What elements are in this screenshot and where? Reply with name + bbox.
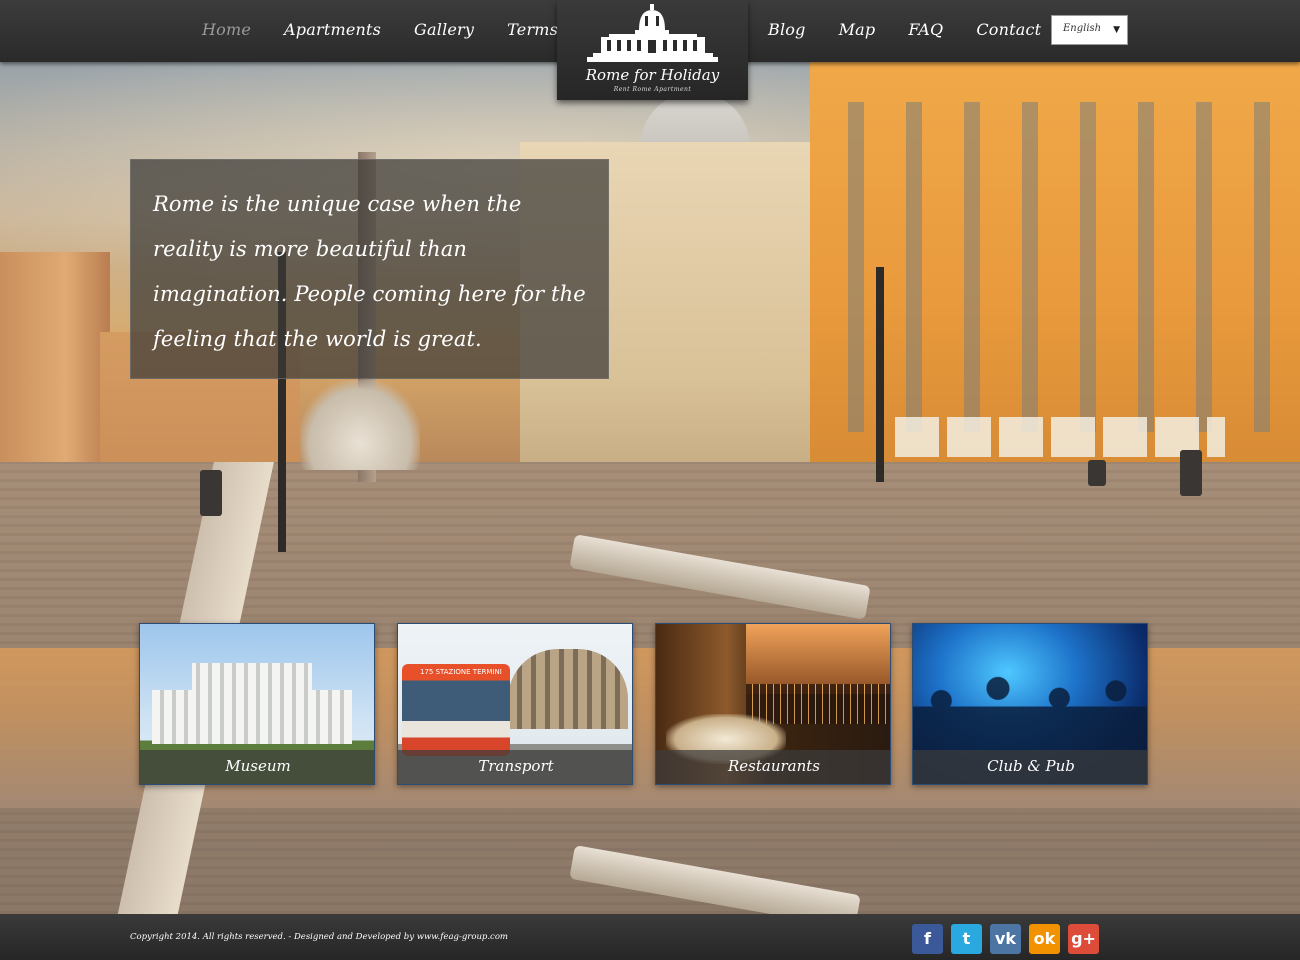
- logo-title: Rome for Holiday: [585, 66, 720, 84]
- google-plus-icon[interactable]: g+: [1068, 924, 1099, 954]
- fountain: [300, 380, 420, 470]
- nav-contact[interactable]: Contact: [976, 20, 1041, 39]
- tile-restaurants[interactable]: Restaurants: [655, 623, 891, 785]
- nav-faq[interactable]: FAQ: [908, 20, 943, 39]
- nav-right: Blog Map FAQ Contact: [768, 20, 1074, 39]
- logo-subtitle: Rent Rome Apartment: [613, 86, 692, 93]
- building-windows: [830, 102, 1290, 432]
- site-logo[interactable]: Rome for Holiday Rent Rome Apartment: [557, 0, 748, 100]
- bus-destination-sign: 175 STAZIONE TERMINI: [420, 668, 502, 676]
- social-links: f t vk ok g+: [912, 924, 1107, 954]
- language-select[interactable]: English ▼: [1051, 15, 1128, 45]
- tile-caption: Transport: [398, 750, 632, 784]
- street-lamp: [876, 267, 884, 482]
- nav-terms[interactable]: Terms: [507, 20, 558, 39]
- chevron-down-icon: ▼: [1113, 25, 1120, 35]
- nav-blog[interactable]: Blog: [768, 20, 806, 39]
- intro-quote-box: Rome is the unique case when the reality…: [130, 159, 609, 379]
- tile-museum[interactable]: Museum: [139, 623, 375, 785]
- nav-gallery[interactable]: Gallery: [414, 20, 474, 39]
- twitter-icon[interactable]: t: [951, 924, 982, 954]
- intro-quote-text: Rome is the unique case when the reality…: [153, 192, 586, 351]
- copyright-text: Copyright 2014. All rights reserved. - D…: [130, 932, 508, 942]
- tile-caption: Restaurants: [656, 750, 890, 784]
- footer: Copyright 2014. All rights reserved. - D…: [0, 914, 1300, 960]
- language-select-value: English: [1063, 23, 1102, 34]
- nav-apartments[interactable]: Apartments: [284, 20, 381, 39]
- bollard: [1088, 460, 1106, 486]
- facebook-icon[interactable]: f: [912, 924, 943, 954]
- nav-left: Home Apartments Gallery Terms: [202, 20, 591, 39]
- basilica-icon: [587, 4, 718, 62]
- tile-caption: Club & Pub: [913, 750, 1147, 784]
- vk-icon[interactable]: vk: [990, 924, 1021, 954]
- nav-map[interactable]: Map: [839, 20, 876, 39]
- tile-transport[interactable]: 175 STAZIONE TERMINI Transport: [397, 623, 633, 785]
- bollard: [1180, 450, 1202, 496]
- tile-caption: Museum: [140, 750, 374, 784]
- bollard: [200, 470, 222, 516]
- tile-club-pub[interactable]: Club & Pub: [912, 623, 1148, 785]
- odnoklassniki-icon[interactable]: ok: [1029, 924, 1060, 954]
- nav-home[interactable]: Home: [202, 20, 251, 39]
- cafe-awnings: [895, 417, 1225, 457]
